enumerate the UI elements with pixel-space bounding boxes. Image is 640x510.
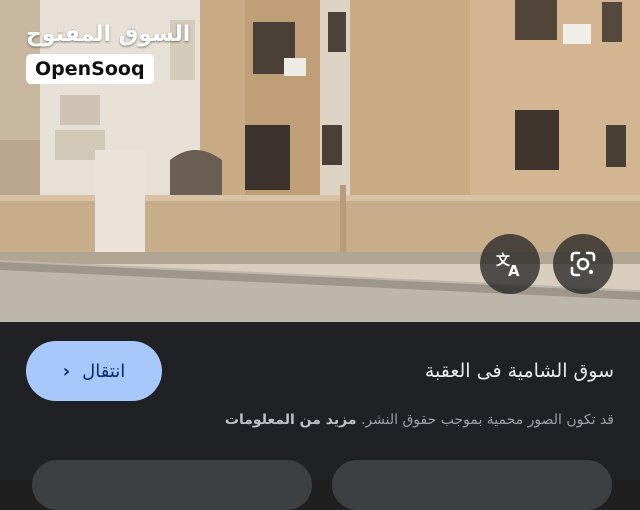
chevron-left-icon: ‹ <box>62 360 71 382</box>
watermark: السوق المفتوح OpenSooq <box>26 22 190 84</box>
copyright-notice: قد تكون الصور محمية بموجب حقوق النشر. مز… <box>225 412 614 428</box>
copyright-text: قد تكون الصور محمية بموجب حقوق النشر. <box>360 412 614 428</box>
bottom-action-button-right[interactable] <box>332 460 612 510</box>
bottom-action-button-left[interactable] <box>32 460 312 510</box>
more-info-link[interactable]: مزيد من المعلومات <box>225 412 357 428</box>
translate-icon: 文 A <box>496 252 520 279</box>
result-title[interactable]: سوق الشامية فى العقبة <box>425 360 614 382</box>
svg-text:A: A <box>508 262 520 279</box>
translate-button[interactable]: 文 A <box>480 234 540 294</box>
watermark-logo: OpenSooq <box>26 54 154 84</box>
visit-button-label: انتقال <box>82 360 126 382</box>
lens-icon <box>570 251 596 277</box>
result-image[interactable]: السوق المفتوح OpenSooq <box>0 0 640 322</box>
lens-button[interactable] <box>553 234 613 294</box>
visit-button[interactable]: انتقال ‹ <box>26 341 162 401</box>
watermark-arabic: السوق المفتوح <box>26 22 191 47</box>
